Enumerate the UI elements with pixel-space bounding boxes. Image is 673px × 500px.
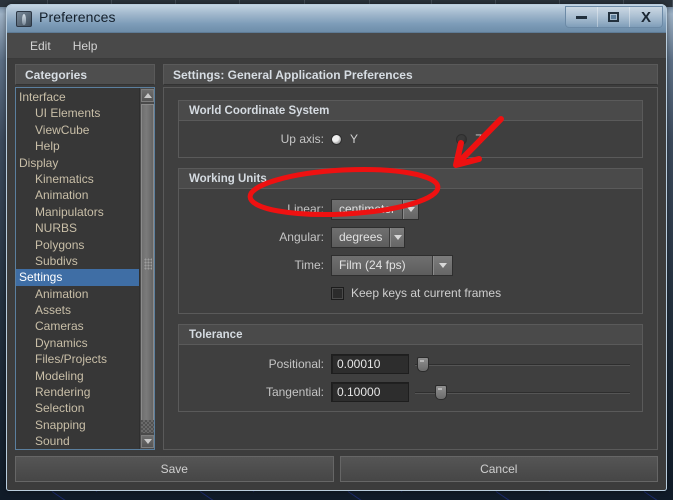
sidebar-item-animation[interactable]: Animation [16, 187, 139, 203]
sidebar-item-animation[interactable]: Animation [16, 286, 139, 302]
desktop-grid-line [643, 491, 673, 500]
sidebar-item-viewcube[interactable]: ViewCube [16, 122, 139, 138]
save-button[interactable]: Save [15, 456, 334, 482]
sidebar-item-help[interactable]: Help [16, 138, 139, 154]
group-working-units: Working Units Linear: centimeter Angular… [178, 168, 643, 314]
slider-knob[interactable] [435, 385, 448, 400]
positional-label: Positional: [268, 357, 324, 371]
up-axis-label: Up axis: [280, 132, 324, 146]
settings-header: Settings: General Application Preference… [163, 64, 658, 85]
menu-bar: Edit Help [7, 33, 666, 59]
chevron-down-icon[interactable] [433, 255, 452, 275]
radio-label-z: Z [475, 132, 483, 146]
radio-up-axis-z[interactable] [456, 133, 468, 145]
group-world-coordinate-system: World Coordinate System Up axis: Y Z [178, 100, 643, 158]
minimize-icon [576, 15, 587, 19]
slider-knob[interactable] [417, 357, 430, 372]
desktop-grid-line [51, 491, 103, 500]
positional-slider[interactable] [415, 354, 630, 374]
categories-header: Categories [15, 64, 155, 85]
sidebar-item-display[interactable]: Display [16, 155, 139, 171]
sidebar-item-sound[interactable]: Sound [16, 433, 139, 449]
menu-item-edit[interactable]: Edit [19, 36, 62, 56]
group-title-world-coordinate-system: World Coordinate System [178, 100, 643, 120]
chevron-down-icon[interactable] [390, 227, 404, 247]
linear-unit-value: centimeter [332, 199, 404, 219]
sidebar-item-nurbs[interactable]: NURBS [16, 220, 139, 236]
angular-label: Angular: [279, 230, 324, 244]
scroll-down-button[interactable] [141, 435, 154, 448]
settings-panel: Settings: General Application Preference… [163, 64, 658, 450]
angular-unit-dropdown[interactable]: degrees [331, 226, 405, 248]
sidebar-item-manipulators[interactable]: Manipulators [16, 204, 139, 220]
tangential-label: Tangential: [265, 385, 324, 399]
window-client-area: Categories Interface UI Elements ViewCube H… [7, 59, 666, 490]
scrollbar-thumb[interactable] [141, 104, 154, 424]
maya-app-icon [16, 11, 32, 27]
close-icon: X [640, 8, 651, 26]
sidebar-item-snapping[interactable]: Snapping [16, 417, 139, 433]
time-unit-value: Film (24 fps) [332, 255, 433, 275]
sidebar-item-modeling[interactable]: Modeling [16, 368, 139, 384]
group-title-working-units: Working Units [178, 168, 643, 188]
close-button[interactable]: X [630, 7, 662, 27]
sidebar-item-polygons[interactable]: Polygons [16, 237, 139, 253]
tangential-input[interactable]: 0.10000 [331, 382, 409, 402]
sidebar-item-interface[interactable]: Interface [16, 89, 139, 105]
positional-input[interactable]: 0.00010 [331, 354, 409, 374]
desktop-grid-line [199, 491, 259, 500]
menu-item-help[interactable]: Help [62, 36, 109, 56]
angular-unit-value: degrees [332, 227, 391, 247]
title-bar[interactable]: Preferences X [7, 5, 666, 33]
slider-track [415, 364, 630, 366]
grip-icon [143, 258, 152, 270]
dialog-footer: Save Cancel [15, 456, 658, 482]
minimize-button[interactable] [566, 7, 598, 27]
scroll-up-button[interactable] [141, 89, 154, 102]
linear-label: Linear: [287, 202, 324, 216]
sidebar-item-selection[interactable]: Selection [16, 400, 139, 416]
categories-panel: Categories Interface UI Elements ViewCube H… [15, 64, 155, 450]
sidebar-item-cameras[interactable]: Cameras [16, 318, 139, 334]
time-label: Time: [294, 258, 324, 272]
window-title: Preferences [39, 9, 116, 25]
checkbox-label-keep-keys: Keep keys at current frames [351, 286, 502, 300]
sidebar-item-ui-elements[interactable]: UI Elements [16, 105, 139, 121]
sidebar-item-assets[interactable]: Assets [16, 302, 139, 318]
linear-unit-dropdown[interactable]: centimeter [331, 198, 419, 220]
group-tolerance: Tolerance Positional: 0.00010 Tangential… [178, 324, 643, 412]
scrollbar-hatch [141, 420, 154, 433]
radio-up-axis-y[interactable] [331, 133, 342, 145]
sidebar-item-kinematics[interactable]: Kinematics [16, 171, 139, 187]
checkbox-keep-keys-at-current-frames[interactable] [331, 286, 344, 300]
time-unit-dropdown[interactable]: Film (24 fps) [331, 254, 453, 276]
window-controls: X [565, 6, 663, 28]
preferences-window: Preferences X Edit Help Categories Inter… [6, 4, 667, 491]
desktop-grid-line [347, 491, 407, 500]
tangential-slider[interactable] [415, 382, 630, 402]
slider-track [415, 392, 630, 394]
cancel-button[interactable]: Cancel [339, 456, 658, 482]
categories-scrollbar[interactable] [139, 88, 154, 449]
categories-list[interactable]: Interface UI Elements ViewCube Help Display K… [16, 88, 139, 449]
sidebar-item-dynamics[interactable]: Dynamics [16, 335, 139, 351]
radio-label-y: Y [350, 132, 359, 146]
sidebar-item-rendering[interactable]: Rendering [16, 384, 139, 400]
chevron-down-icon [143, 439, 152, 444]
chevron-down-icon[interactable] [403, 199, 418, 219]
sidebar-item-files-projects[interactable]: Files/Projects [16, 351, 139, 367]
group-title-tolerance: Tolerance [178, 324, 643, 344]
maximize-icon [608, 12, 619, 22]
desktop-grid-line [495, 491, 555, 500]
sidebar-item-settings[interactable]: Settings [16, 269, 139, 286]
maximize-button[interactable] [598, 7, 630, 27]
sidebar-item-subdivs[interactable]: Subdivs [16, 253, 139, 269]
chevron-up-icon [143, 93, 152, 98]
